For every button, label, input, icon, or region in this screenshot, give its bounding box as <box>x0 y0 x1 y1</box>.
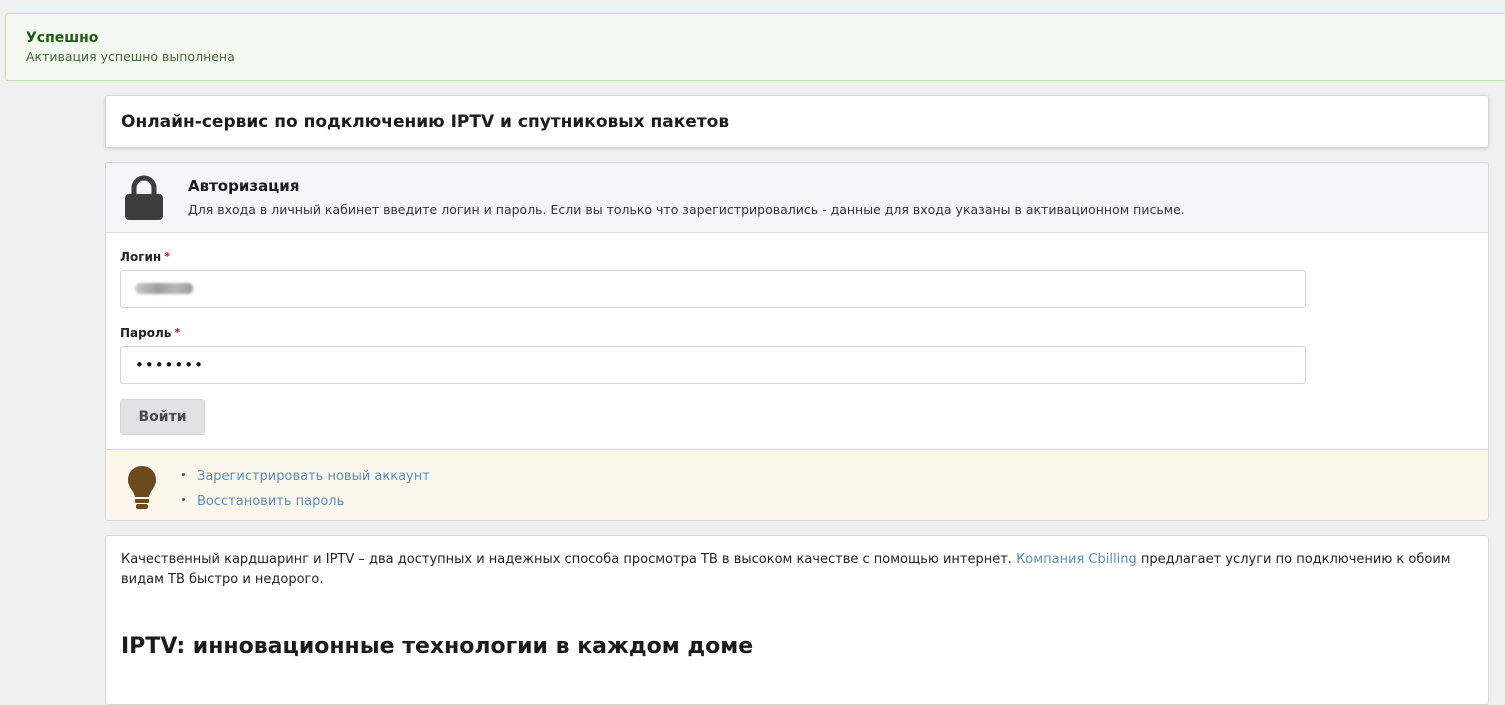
success-alert: Успешно Активация успешно выполнена <box>5 13 1505 81</box>
bullet <box>182 473 185 476</box>
auth-header: Авторизация Для входа в личный кабинет в… <box>106 163 1488 233</box>
auth-title: Авторизация <box>188 177 300 195</box>
login-field[interactable] <box>120 270 1306 308</box>
lightbulb-icon <box>128 466 156 509</box>
alert-title: Успешно <box>26 30 99 46</box>
content-card: Качественный кардшаринг и IPTV – два дос… <box>105 535 1489 705</box>
lock-icon <box>125 175 163 220</box>
hints-panel: Зарегистрировать новый аккаунт Восстанов… <box>106 449 1488 520</box>
hint-links: Зарегистрировать новый аккаунт Восстанов… <box>182 464 430 514</box>
page-title: Онлайн-сервис по подключению IPTV и спут… <box>121 112 730 132</box>
login-form: Логин * Пароль * ••••••• Войти <box>106 233 1488 449</box>
company-link[interactable]: Компания Cbilling <box>1016 552 1137 567</box>
alert-text: Активация успешно выполнена <box>26 49 235 64</box>
required-mark: * <box>164 250 170 263</box>
section-heading: IPTV: инновационные технологии в каждом … <box>121 634 754 659</box>
auth-description: Для входа в личный кабинет введите логин… <box>188 202 1185 217</box>
password-value: ••••••• <box>135 356 204 374</box>
restore-password-link[interactable]: Восстановить пароль <box>197 494 344 509</box>
login-button[interactable]: Войти <box>120 399 205 435</box>
password-field[interactable]: ••••••• <box>120 346 1306 384</box>
bullet <box>182 498 185 501</box>
list-item: Восстановить пароль <box>182 489 430 514</box>
login-label: Логин * <box>120 250 170 264</box>
intro-paragraph: Качественный кардшаринг и IPTV – два дос… <box>121 552 1451 587</box>
password-label: Пароль * <box>120 326 181 340</box>
register-link[interactable]: Зарегистрировать новый аккаунт <box>197 469 430 484</box>
redacted-login-value <box>135 283 193 294</box>
list-item: Зарегистрировать новый аккаунт <box>182 464 430 489</box>
required-mark: * <box>174 326 181 339</box>
page-title-card: Онлайн-сервис по подключению IPTV и спут… <box>105 95 1489 148</box>
auth-panel: Авторизация Для входа в личный кабинет в… <box>105 162 1489 521</box>
